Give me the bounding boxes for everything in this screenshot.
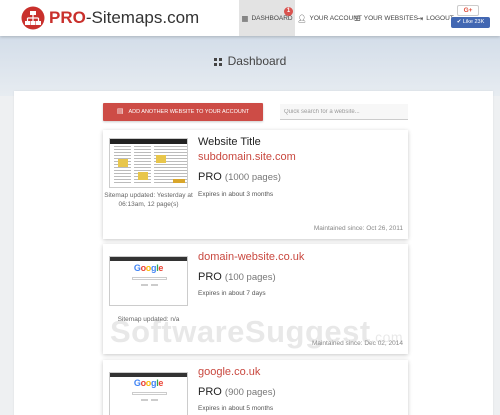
sitemap-status: Sitemap updated: n/a: [117, 316, 180, 323]
brand-name[interactable]: PRO-Sitemaps.com: [49, 7, 199, 29]
list-icon: ☰: [354, 13, 361, 23]
sitemap-status: Sitemap updated: Yesterday at 06:13am, 1…: [104, 192, 193, 208]
website-search-input[interactable]: [280, 104, 408, 120]
grid-icon: [213, 58, 222, 66]
plan-pages: (900 pages): [224, 387, 276, 398]
nav-logout-label: LOGOUT: [426, 14, 454, 22]
plan-name: PRO: [198, 386, 222, 398]
user-icon: 👤︎: [297, 13, 307, 23]
site-domain-link[interactable]: domain-website.co.uk: [198, 251, 304, 263]
plan-name: PRO: [198, 171, 222, 183]
nav-your-account[interactable]: 👤︎ YOUR ACCOUNT: [295, 0, 362, 36]
top-navbar: PRO-Sitemaps.com ▦ DASHBOARD 1 👤︎ YOUR A…: [0, 0, 500, 36]
site-thumbnail[interactable]: Google: [109, 372, 188, 415]
plan-pages: (100 pages): [224, 272, 276, 283]
website-card[interactable]: Google google.co.uk PRO (900 pages) Expi…: [103, 360, 408, 415]
logout-icon: ⇥: [417, 13, 424, 23]
expiry-text: Expires in about 7 days: [198, 290, 266, 297]
website-card[interactable]: Sitemap updated: Yesterday at 06:13am, 1…: [103, 130, 408, 239]
sitemap-logo-icon[interactable]: [21, 6, 45, 30]
page-header: Dashboard: [0, 36, 500, 96]
site-title: Website Title: [198, 136, 261, 148]
nav-logout[interactable]: ⇥ LOGOUT: [417, 0, 454, 36]
plan-info: PRO (100 pages): [198, 271, 276, 283]
add-website-label: ADD ANOTHER WEBSITE TO YOUR ACCOUNT: [128, 109, 250, 115]
site-domain-link[interactable]: subdomain.site.com: [198, 151, 296, 163]
facebook-like-label: Like 23K: [462, 19, 485, 25]
plan-name: PRO: [198, 271, 222, 283]
nav-your-websites[interactable]: ☰ YOUR WEBSITES: [354, 0, 418, 36]
notification-badge: 1: [284, 7, 293, 16]
add-website-button[interactable]: ▤ ADD ANOTHER WEBSITE TO YOUR ACCOUNT: [103, 103, 263, 121]
page-title-text: Dashboard: [227, 54, 287, 68]
thumbs-up-icon: ✔: [456, 19, 462, 25]
page-title: Dashboard: [0, 54, 500, 68]
site-thumbnail[interactable]: Google: [109, 256, 188, 306]
expiry-text: Expires in about 3 months: [198, 191, 274, 198]
maintained-since: Maintained since: Dec 02, 2014: [311, 340, 403, 347]
expiry-text: Expires in about 5 months: [198, 405, 274, 412]
thumbnail-google-logo: Google: [133, 378, 164, 388]
brand-pro: PRO: [49, 8, 86, 27]
site-thumbnail[interactable]: [109, 138, 188, 188]
site-domain-link[interactable]: google.co.uk: [198, 366, 260, 378]
nav-websites-label: YOUR WEBSITES: [363, 14, 418, 22]
plan-pages: (1000 pages): [224, 172, 281, 183]
website-card[interactable]: Google Sitemap updated: n/a domain-websi…: [103, 244, 408, 354]
nav-dashboard[interactable]: ▦ DASHBOARD: [239, 0, 295, 36]
google-plus-button[interactable]: G+: [457, 5, 479, 16]
plan-info: PRO (900 pages): [198, 386, 276, 398]
grid-icon: ▦: [241, 13, 249, 23]
facebook-like-button[interactable]: ✔ Like 23K: [451, 17, 490, 28]
brand-rest: -Sitemaps.com: [85, 8, 200, 27]
add-site-icon: ▤: [116, 108, 124, 115]
maintained-since: Maintained since: Oct 26, 2011: [313, 225, 403, 232]
plan-info: PRO (1000 pages): [198, 171, 281, 183]
thumbnail-google-logo: Google: [133, 263, 164, 273]
